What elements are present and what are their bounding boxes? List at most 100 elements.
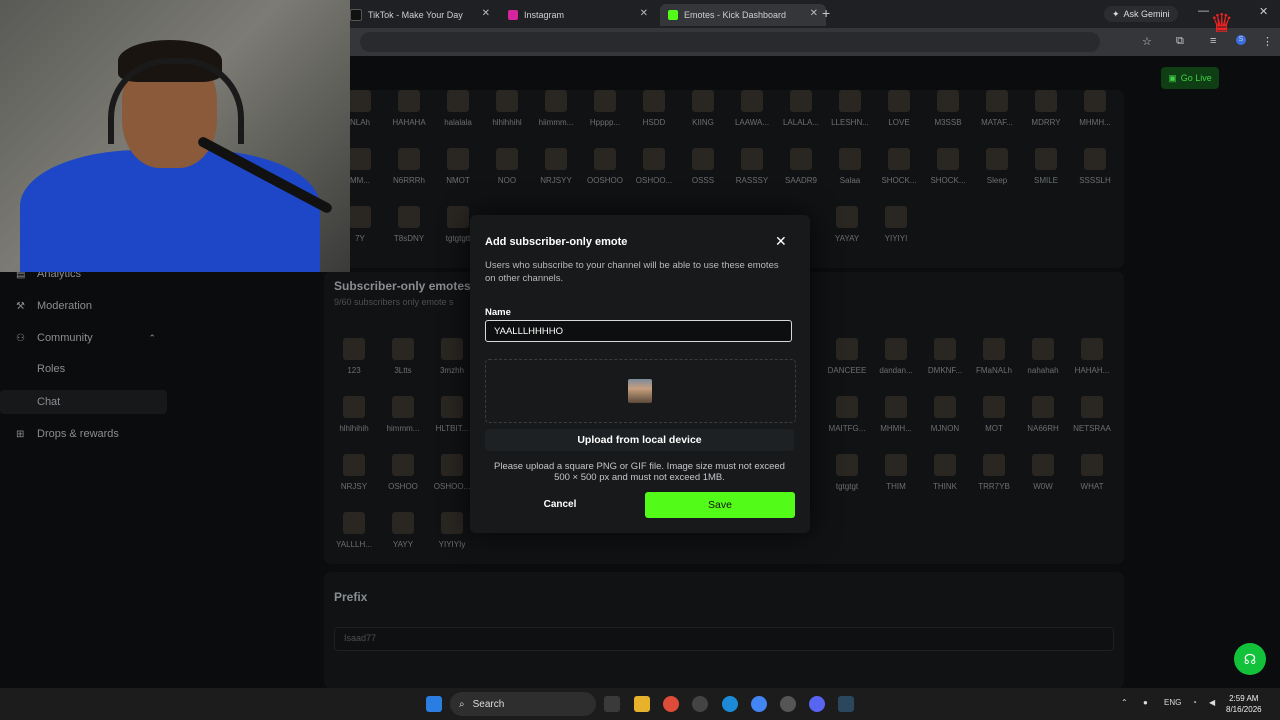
- emote-item[interactable]: SSSSLH: [1071, 148, 1119, 185]
- file-explorer-icon[interactable]: [634, 696, 650, 712]
- prefix-input[interactable]: Isaad77: [334, 627, 1114, 651]
- new-tab-button[interactable]: +: [822, 5, 830, 21]
- sidebar-item-roles[interactable]: Roles: [37, 363, 65, 375]
- tab-emotes-kick[interactable]: Emotes - Kick Dashboard ✕: [660, 4, 826, 26]
- system-clock[interactable]: 2:59 AM 8/16/2026: [1226, 693, 1262, 715]
- emote-item[interactable]: 3mzhh: [428, 338, 476, 375]
- close-tab-icon[interactable]: ✕: [810, 8, 818, 19]
- emote-item[interactable]: OSHOO...: [428, 454, 476, 491]
- emote-item[interactable]: 3Ltts: [379, 338, 427, 375]
- emote-item[interactable]: YAYAY: [823, 206, 871, 243]
- emote-item[interactable]: N6RRRh: [385, 148, 433, 185]
- emote-item[interactable]: TRR7YB: [970, 454, 1018, 491]
- clock-app-icon[interactable]: [780, 696, 796, 712]
- emote-item[interactable]: M3SSB: [924, 90, 972, 127]
- emote-item[interactable]: Salaa: [826, 148, 874, 185]
- sidebar-item-chat[interactable]: Chat: [0, 390, 167, 414]
- emote-item[interactable]: YAYY: [379, 512, 427, 549]
- emote-item[interactable]: LAAWA...: [728, 90, 776, 127]
- emote-item[interactable]: 123: [330, 338, 378, 375]
- sidebar-item-drops-rewards[interactable]: ⊞ Drops & rewards: [16, 422, 119, 446]
- emote-item[interactable]: LLESHN...: [826, 90, 874, 127]
- emote-item[interactable]: MJNON: [921, 396, 969, 433]
- emote-item[interactable]: SMILE: [1022, 148, 1070, 185]
- chrome-icon[interactable]: [663, 696, 679, 712]
- emote-item[interactable]: nahahah: [1019, 338, 1067, 375]
- extensions-icon[interactable]: ⧉: [1176, 35, 1184, 48]
- language-indicator[interactable]: ENG: [1164, 698, 1181, 707]
- emote-item[interactable]: HAHAH...: [1068, 338, 1116, 375]
- emote-item[interactable]: YALLLH...: [330, 512, 378, 549]
- support-chat-button[interactable]: ☊: [1234, 643, 1266, 675]
- tab-tiktok[interactable]: TikTok - Make Your Day ✕: [350, 4, 498, 26]
- emote-item[interactable]: W0W: [1019, 454, 1067, 491]
- image-dropzone[interactable]: [485, 359, 796, 423]
- store-icon[interactable]: [604, 696, 620, 712]
- emote-item[interactable]: himmm...: [379, 396, 427, 433]
- emote-item[interactable]: MATAF...: [973, 90, 1021, 127]
- emote-item[interactable]: SHOCK...: [875, 148, 923, 185]
- emote-item[interactable]: dandan...: [872, 338, 920, 375]
- emote-item[interactable]: OSSS: [679, 148, 727, 185]
- save-button[interactable]: Save: [645, 492, 795, 518]
- omnibox[interactable]: [360, 32, 1100, 52]
- emote-item[interactable]: YIYIYIy: [428, 512, 476, 549]
- star-icon[interactable]: ☆: [1142, 35, 1152, 48]
- emote-item[interactable]: KIING: [679, 90, 727, 127]
- emote-item[interactable]: tgtgtgt: [823, 454, 871, 491]
- tab-instagram[interactable]: Instagram ✕: [508, 4, 656, 26]
- emote-item[interactable]: THIM: [872, 454, 920, 491]
- emote-item[interactable]: HAHAHA: [385, 90, 433, 127]
- wifi-icon[interactable]: ◔: [1192, 698, 1197, 707]
- emote-item[interactable]: OSHOO: [379, 454, 427, 491]
- emote-item[interactable]: NMOT: [434, 148, 482, 185]
- emote-item[interactable]: NRJSYY: [532, 148, 580, 185]
- emote-item[interactable]: hlhlhhihl: [483, 90, 531, 127]
- minimize-icon[interactable]: —: [1198, 5, 1209, 17]
- emote-item[interactable]: MHMH...: [872, 396, 920, 433]
- chrome-active-icon[interactable]: [751, 696, 767, 712]
- emote-item[interactable]: MOT: [970, 396, 1018, 433]
- emote-item[interactable]: NA66RH: [1019, 396, 1067, 433]
- ask-gemini-button[interactable]: ✦ Ask Gemini: [1104, 6, 1178, 22]
- emote-item[interactable]: Hpppp...: [581, 90, 629, 127]
- emote-item[interactable]: T8sDNY: [385, 206, 433, 243]
- emote-item[interactable]: DANCEEE: [823, 338, 871, 375]
- emote-item[interactable]: OOSHOO: [581, 148, 629, 185]
- emote-item[interactable]: LALALA...: [777, 90, 825, 127]
- sidebar-item-community[interactable]: ⚇ Community ⌃: [16, 326, 156, 350]
- volume-icon[interactable]: ◀: [1209, 698, 1215, 707]
- emote-item[interactable]: RASSSY: [728, 148, 776, 185]
- emote-item[interactable]: FMaNALh: [970, 338, 1018, 375]
- discord-icon[interactable]: [809, 696, 825, 712]
- emote-item[interactable]: hiimmm...: [532, 90, 580, 127]
- emote-item[interactable]: OSHOO...: [630, 148, 678, 185]
- emote-name-input[interactable]: [485, 320, 792, 342]
- emote-item[interactable]: THINK: [921, 454, 969, 491]
- cancel-button[interactable]: Cancel: [485, 492, 635, 518]
- emote-item[interactable]: hlhlhihih: [330, 396, 378, 433]
- close-tab-icon[interactable]: ✕: [640, 8, 648, 19]
- emote-item[interactable]: MDRRY: [1022, 90, 1070, 127]
- emote-item[interactable]: DMKNF...: [921, 338, 969, 375]
- profile-avatar[interactable]: S: [1236, 35, 1246, 45]
- emote-item[interactable]: NOO: [483, 148, 531, 185]
- close-window-icon[interactable]: ✕: [1259, 5, 1268, 18]
- emote-item[interactable]: MAITFG...: [823, 396, 871, 433]
- emote-item[interactable]: SHOCK...: [924, 148, 972, 185]
- emote-item[interactable]: HSDD: [630, 90, 678, 127]
- edge-icon[interactable]: [722, 696, 738, 712]
- windows-start-icon[interactable]: [426, 696, 442, 712]
- emote-item[interactable]: Sleep: [973, 148, 1021, 185]
- emote-item[interactable]: halalala: [434, 90, 482, 127]
- mic-icon[interactable]: ●: [1143, 698, 1148, 707]
- emote-item[interactable]: SAADR9: [777, 148, 825, 185]
- emote-item[interactable]: WHAT: [1068, 454, 1116, 491]
- emote-item[interactable]: HLTBIT...: [428, 396, 476, 433]
- steam-icon[interactable]: [838, 696, 854, 712]
- upload-button[interactable]: Upload from local device: [485, 429, 794, 451]
- go-live-button[interactable]: ▣ Go Live: [1161, 67, 1219, 89]
- sidebar-item-moderation[interactable]: ⚒ Moderation: [16, 294, 92, 318]
- taskbar-search[interactable]: ⌕ Search: [450, 692, 596, 716]
- emote-item[interactable]: MHMH...: [1071, 90, 1119, 127]
